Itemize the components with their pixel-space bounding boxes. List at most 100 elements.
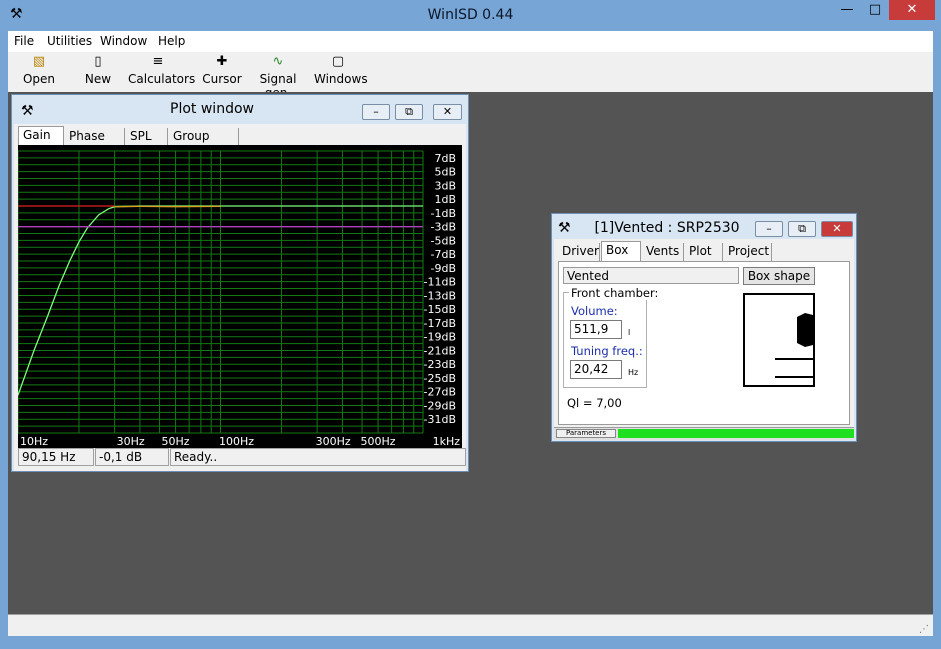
y-tick-label: 3dB [434,179,456,192]
plot-window-body: Gain Phase plot SPL Group delay 7dB5dB3d… [14,124,466,471]
plot-minimize-icon[interactable]: – [362,104,390,120]
parameters-progress-label: Parameters [556,429,616,438]
app-titlebar[interactable]: ⚒ WinISD 0.44 — □ ✕ [0,0,941,31]
y-tick-label: 7dB [434,152,456,165]
menu-file[interactable]: File [14,34,34,48]
plot-window-title: Plot window [170,101,254,117]
y-tick-label: -3dB [431,221,457,234]
folder-open-icon: ▧ [32,54,46,69]
y-tick-label: 5dB [434,166,456,179]
status-gain: -0,1 dB [95,448,169,466]
y-tick-label: -25dB [424,372,457,385]
y-tick-label: -15dB [424,303,457,316]
new-button[interactable]: ▯ New [78,52,118,92]
y-tick-label: 1dB [434,193,456,206]
volume-label: Volume: [571,304,618,318]
x-tick-label: 30Hz [117,435,145,448]
x-tick-label: 50Hz [162,435,190,448]
tab-phase-plot[interactable]: Phase plot [65,128,125,160]
plot-restore-icon[interactable]: ⧉ [395,104,423,120]
app-window-bottom-frame [0,636,941,649]
y-tick-label: -19dB [424,331,457,344]
x-tick-label: 100Hz [219,435,254,448]
y-tick-label: -1dB [431,207,457,220]
box-shape-button[interactable]: Box shape [743,267,815,285]
plot-close-icon[interactable]: ✕ [433,104,462,120]
open-label: Open [22,72,56,86]
y-tick-label: -13dB [424,289,457,302]
tab-project[interactable]: Project [724,243,772,261]
menu-help[interactable]: Help [158,34,185,48]
volume-input[interactable]: 511,9 [570,320,622,339]
volume-unit: l [628,328,631,337]
tuning-freq-label: Tuning freq.: [571,344,643,358]
front-chamber-label: Front chamber: [569,286,661,300]
ql-value: Ql = 7,00 [567,396,622,410]
menu-bar: File Utilities Window Help [8,31,933,52]
app-statusbar: ⋰ [8,614,933,637]
calculators-label: Calculators [128,72,196,86]
tab-driver[interactable]: Driver [558,243,600,261]
plot-window[interactable]: ⚒ Plot window – ⧉ ✕ Gain Phase plot SPL … [11,94,469,472]
app-title: WinISD 0.44 [427,7,514,23]
tab-spl[interactable]: SPL [126,128,168,146]
menu-utilities[interactable]: Utilities [47,34,92,48]
x-tick-label: 500Hz [361,435,396,448]
project-window-body: Driver Box Vents Plot Project Vented Box… [554,239,854,440]
tab-plot[interactable]: Plot [685,243,723,261]
windows-button[interactable]: ▢ Windows [314,52,368,92]
plot-tabs: Gain Phase plot SPL Group delay [18,126,458,160]
y-tick-label: -27dB [424,386,457,399]
resize-grip-icon[interactable]: ⋰ [919,624,929,635]
project-restore-icon[interactable]: ⧉ [788,221,816,237]
y-tick-label: -9dB [431,262,457,275]
y-tick-label: -31dB [424,413,457,426]
new-label: New [84,72,112,86]
menu-window[interactable]: Window [100,34,147,48]
calculator-icon: ≡ [152,54,164,69]
cursor-button[interactable]: ✚ Cursor [200,52,244,92]
y-tick-label: -7dB [431,248,457,261]
tab-vents[interactable]: Vents [642,243,684,261]
tab-gain[interactable]: Gain [18,126,64,147]
sine-wave-icon: ∿ [272,54,284,69]
tuning-freq-input[interactable]: 20,42 [570,360,622,379]
new-document-icon: ▯ [94,54,102,69]
x-tick-label: 300Hz [316,435,351,448]
gain-plot[interactable]: 7dB5dB3dB1dB-1dB-3dB-5dB-7dB-9dB-11dB-13… [18,145,462,448]
box-shape-preview [743,293,815,387]
close-icon[interactable]: ✕ [889,0,935,20]
y-tick-label: -23dB [424,358,457,371]
windows-label: Windows [314,72,368,86]
x-tick-label: 1kHz [433,435,461,448]
signal-gen-button[interactable]: ∿ Signal gen. [248,52,308,100]
window-icon: ▢ [331,54,345,69]
project-window[interactable]: ⚒ [1]Vented : SRP2530 – ⧉ ✕ Driver Box V… [551,213,857,442]
speaker-driver-icon [797,313,813,347]
maximize-icon[interactable]: □ [861,0,889,20]
cursor-label: Cursor [202,72,242,86]
calculators-button[interactable]: ≡ Calculators [128,52,195,92]
status-frequency: 90,15 Hz [18,448,94,466]
project-close-icon[interactable]: ✕ [821,221,853,237]
plot-background [18,145,462,448]
minimize-icon[interactable]: — [833,0,861,20]
tab-box[interactable]: Box [601,241,641,262]
parameters-progress-fill [618,429,854,438]
toolbar: ▧ Open ▯ New ≡ Calculators ✚ Cursor ∿ Si… [8,52,933,100]
y-tick-label: -5dB [431,234,457,247]
project-minimize-icon[interactable]: – [755,221,783,237]
tab-group-delay[interactable]: Group delay [169,128,239,160]
y-tick-label: -29dB [424,399,457,412]
box-type-field[interactable]: Vented [563,267,739,284]
y-tick-label: -21dB [424,344,457,357]
project-tabs: Driver Box Vents Plot Project [558,241,848,262]
open-button[interactable]: ▧ Open [18,52,60,92]
y-tick-label: -11dB [424,276,457,289]
x-tick-label: 10Hz [20,435,48,448]
y-tick-label: -17dB [424,317,457,330]
parameters-progress: Parameters [554,427,854,440]
project-window-title: [1]Vented : SRP2530 [594,220,740,236]
box-tab-panel: Vented Box shape Front chamber: Volume: … [558,261,850,425]
tuning-freq-unit: Hz [628,368,639,377]
